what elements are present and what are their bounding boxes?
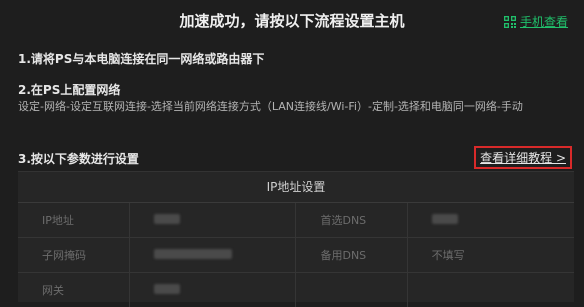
ip-settings-panel: IP地址设置 IP地址 首选DNS 子网掩码 备用DNS 不填写 网关	[18, 171, 574, 307]
gateway-label: 网关	[18, 272, 130, 307]
ip-settings-title: IP地址设置	[18, 172, 574, 203]
table-row: 子网掩码 备用DNS 不填写	[18, 237, 574, 273]
empty-cell	[407, 273, 574, 307]
ip-address-label: IP地址	[18, 203, 130, 238]
subnet-mask-value	[129, 237, 297, 273]
ip-settings-table: IP地址 首选DNS 子网掩码 备用DNS 不填写 网关	[18, 203, 574, 307]
gateway-value	[129, 272, 297, 307]
step-2-description: 设定-网络-设定互联网连接-选择当前网络连接方式（LAN连接线/Wi-Fi）-定…	[18, 100, 523, 113]
qr-code-icon	[503, 15, 516, 28]
table-row: 网关	[18, 272, 574, 307]
mobile-view-label: 手机查看	[519, 15, 568, 29]
table-row: IP地址 首选DNS	[18, 203, 574, 238]
secondary-dns-value: 不填写	[407, 237, 574, 273]
view-detailed-tutorial-link[interactable]: 查看详细教程 >	[474, 146, 572, 169]
primary-dns-label: 首选DNS	[295, 203, 408, 238]
primary-dns-value	[407, 203, 574, 238]
empty-cell	[295, 272, 408, 307]
secondary-dns-label: 备用DNS	[295, 237, 408, 273]
step-2-title: 2.在PS上配置网络	[18, 83, 121, 97]
step-1-title: 1.请将PS与本电脑连接在同一网络或路由器下	[18, 52, 265, 66]
mobile-view-link[interactable]: 手机查看	[503, 13, 568, 30]
ip-address-value	[129, 203, 297, 238]
step-3-title: 3.按以下参数进行设置	[18, 152, 139, 166]
page-title: 加速成功，请按以下流程设置主机	[179, 12, 405, 30]
subnet-mask-label: 子网掩码	[18, 237, 130, 273]
